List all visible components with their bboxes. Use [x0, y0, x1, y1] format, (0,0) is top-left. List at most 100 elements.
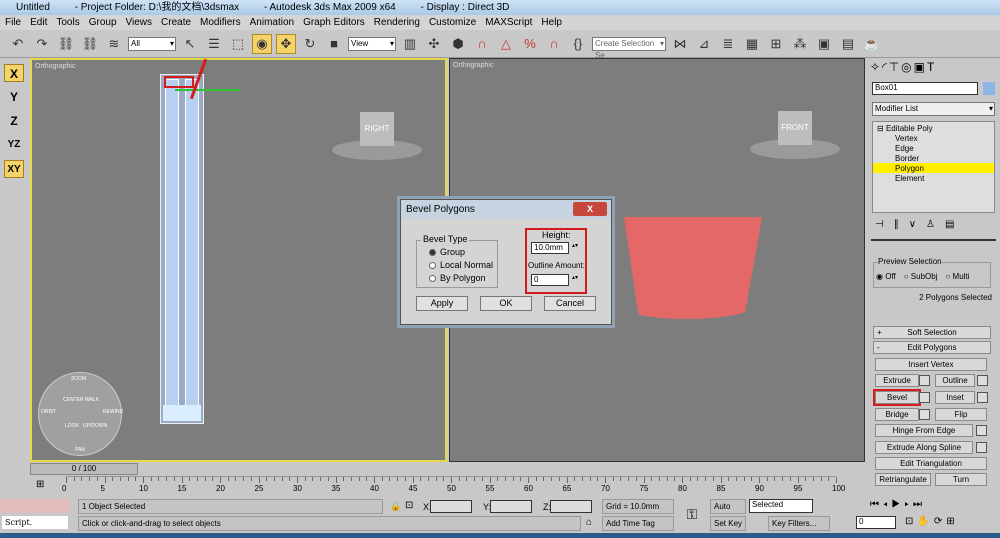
maxscript-listener[interactable]	[0, 499, 70, 513]
stack-border[interactable]: Border	[873, 153, 994, 163]
insert-vertex-button[interactable]: Insert Vertex	[875, 358, 987, 371]
current-frame-field[interactable]: 0	[856, 516, 896, 529]
absolute-mode-icon[interactable]: ⊡	[405, 500, 413, 511]
pan-icon[interactable]: ✋	[917, 516, 933, 527]
axis-yz-button[interactable]: YZ	[4, 136, 24, 154]
axis-xy-button[interactable]: XY	[4, 160, 24, 178]
hinge-settings-icon[interactable]	[976, 425, 987, 436]
add-time-tag[interactable]: Add Time Tag	[602, 516, 674, 531]
axis-z-button[interactable]: Z	[4, 112, 24, 130]
link-icon[interactable]: ⛓	[56, 34, 76, 54]
configure-sets-icon[interactable]: ▤	[945, 219, 964, 230]
cancel-button[interactable]: Cancel	[544, 296, 596, 311]
outline-button[interactable]: Outline	[935, 374, 975, 387]
axis-x-button[interactable]: X	[4, 64, 24, 82]
steering-wheel[interactable]: ZOOM ORBIT CENTER WALK REWIND LOOK UP/DO…	[38, 372, 123, 456]
menu-modifiers[interactable]: Modifiers	[200, 17, 241, 28]
named-selection-input[interactable]: Create Selection Se	[592, 36, 666, 60]
quick-render-icon[interactable]: ☕	[862, 34, 882, 54]
remove-modifier-icon[interactable]: ♙	[926, 219, 945, 230]
wheel-walk[interactable]: WALK	[85, 397, 99, 403]
wheel-updown[interactable]: UP/DOWN	[83, 423, 107, 429]
object-color-swatch[interactable]	[983, 82, 995, 95]
next-frame-icon[interactable]: ▸	[904, 499, 913, 510]
cube-right-face[interactable]: RIGHT	[360, 112, 394, 146]
hierarchy-tab-icon[interactable]: ⊤	[889, 60, 899, 78]
create-tab-icon[interactable]: ✧	[870, 60, 880, 78]
window-crossing-icon[interactable]: ◉	[252, 33, 272, 54]
rotate-icon[interactable]: ↻	[300, 34, 320, 54]
stack-vertex[interactable]: Vertex	[873, 133, 994, 143]
play-icon[interactable]: ▶	[892, 499, 905, 510]
wheel-pan[interactable]: PAN	[75, 447, 85, 453]
ref-coord-dropdown[interactable]: View	[348, 36, 396, 51]
lock-icon[interactable]: 🔒	[390, 501, 401, 512]
extrude-along-spline-button[interactable]: Extrude Along Spline	[875, 441, 973, 454]
ok-button[interactable]: OK	[480, 296, 532, 311]
keyboard-shortcut-icon[interactable]: ⬢	[448, 34, 468, 54]
viewport-left[interactable]: Orthographic RIGHT ZOOM ORBIT CENTER WAL…	[30, 58, 447, 462]
inset-settings-icon[interactable]	[977, 392, 988, 403]
curve-editor-icon[interactable]: ⊞	[766, 34, 786, 54]
menu-rendering[interactable]: Rendering	[374, 17, 420, 28]
menu-maxscript[interactable]: MAXScript	[485, 17, 532, 28]
spinner-snap-icon[interactable]: ∩	[544, 34, 564, 54]
height-input[interactable]: 10.0mm	[531, 242, 569, 254]
stack-polygon[interactable]: Polygon	[873, 163, 994, 173]
manipulate-icon[interactable]: ✣	[424, 34, 444, 54]
menu-create[interactable]: Create	[161, 17, 191, 28]
go-to-end-icon[interactable]: ⏭	[913, 499, 926, 510]
edit-triangulation-button[interactable]: Edit Triangulation	[875, 457, 987, 470]
key-mode-dropdown[interactable]: Selected	[749, 499, 813, 513]
render-setup-icon[interactable]: ▣	[814, 34, 834, 54]
display-tab-icon[interactable]: ▣	[914, 60, 925, 78]
time-slider[interactable]: 0 / 100	[30, 463, 138, 475]
menu-views[interactable]: Views	[126, 17, 153, 28]
track-bar[interactable]: 0 5 10 15 20 25 30 35 40 45 50 55 60 65 70 75 80 85 90 95 10…	[62, 476, 845, 496]
edit-polygons-rollout[interactable]: - Edit Polygons	[873, 341, 991, 354]
time-tag-icon[interactable]: ⌂	[586, 517, 592, 528]
pivot-icon[interactable]: ▥	[400, 34, 420, 54]
menu-customize[interactable]: Customize	[429, 17, 476, 28]
preview-off-radio[interactable]: ◉ Off	[876, 272, 896, 281]
radio-by-polygon[interactable]: By Polygon	[429, 273, 497, 283]
angle-snap-icon[interactable]: △	[496, 34, 516, 54]
outline-settings-icon[interactable]	[977, 375, 988, 386]
mini-curve-editor-icon[interactable]: ⊞	[36, 479, 44, 490]
set-key-button[interactable]: Set Key	[710, 516, 746, 531]
graphite-icon[interactable]: ▦	[742, 34, 762, 54]
apply-button[interactable]: Apply	[416, 296, 468, 311]
preview-multi-radio[interactable]: ○ Multi	[945, 272, 969, 281]
menu-tools[interactable]: Tools	[56, 17, 79, 28]
prev-frame-icon[interactable]: ◂	[883, 499, 892, 510]
move-icon[interactable]: ✥	[276, 33, 296, 54]
extrude-button[interactable]: Extrude	[875, 374, 919, 387]
percent-snap-icon[interactable]: %	[520, 34, 540, 54]
axis-y-button[interactable]: Y	[4, 88, 24, 106]
hinge-from-edge-button[interactable]: Hinge From Edge	[875, 424, 973, 437]
wheel-look[interactable]: LOOK	[65, 423, 79, 429]
script-input[interactable]: Script.	[2, 516, 68, 529]
outline-spinner-icon[interactable]: ▴▾	[572, 274, 579, 286]
wheel-zoom[interactable]: ZOOM	[71, 376, 86, 382]
extrude-settings-icon[interactable]	[919, 375, 930, 386]
soft-selection-rollout[interactable]: + Soft Selection	[873, 326, 991, 339]
motion-tab-icon[interactable]: ◎	[901, 60, 911, 78]
y-field[interactable]	[490, 500, 532, 513]
selection-filter-dropdown[interactable]: All	[128, 36, 176, 51]
radio-local-normal[interactable]: Local Normal	[429, 260, 497, 270]
wheel-center[interactable]: CENTER	[63, 397, 84, 403]
render-frame-icon[interactable]: ▤	[838, 34, 858, 54]
show-end-result-icon[interactable]: ∥	[894, 219, 909, 230]
menu-file[interactable]: File	[5, 17, 21, 28]
edit-named-selection-icon[interactable]: {}	[568, 34, 588, 54]
menu-edit[interactable]: Edit	[30, 17, 47, 28]
wheel-rewind[interactable]: REWIND	[103, 409, 123, 415]
redo-icon[interactable]: ↷	[32, 34, 52, 54]
close-button[interactable]: X	[573, 202, 607, 216]
z-field[interactable]	[550, 500, 592, 513]
radio-group[interactable]: Group	[429, 247, 497, 257]
cube-front-face[interactable]: FRONT	[778, 111, 812, 145]
bevel-settings-icon[interactable]	[919, 392, 930, 403]
go-to-start-icon[interactable]: ⏮	[870, 499, 883, 510]
